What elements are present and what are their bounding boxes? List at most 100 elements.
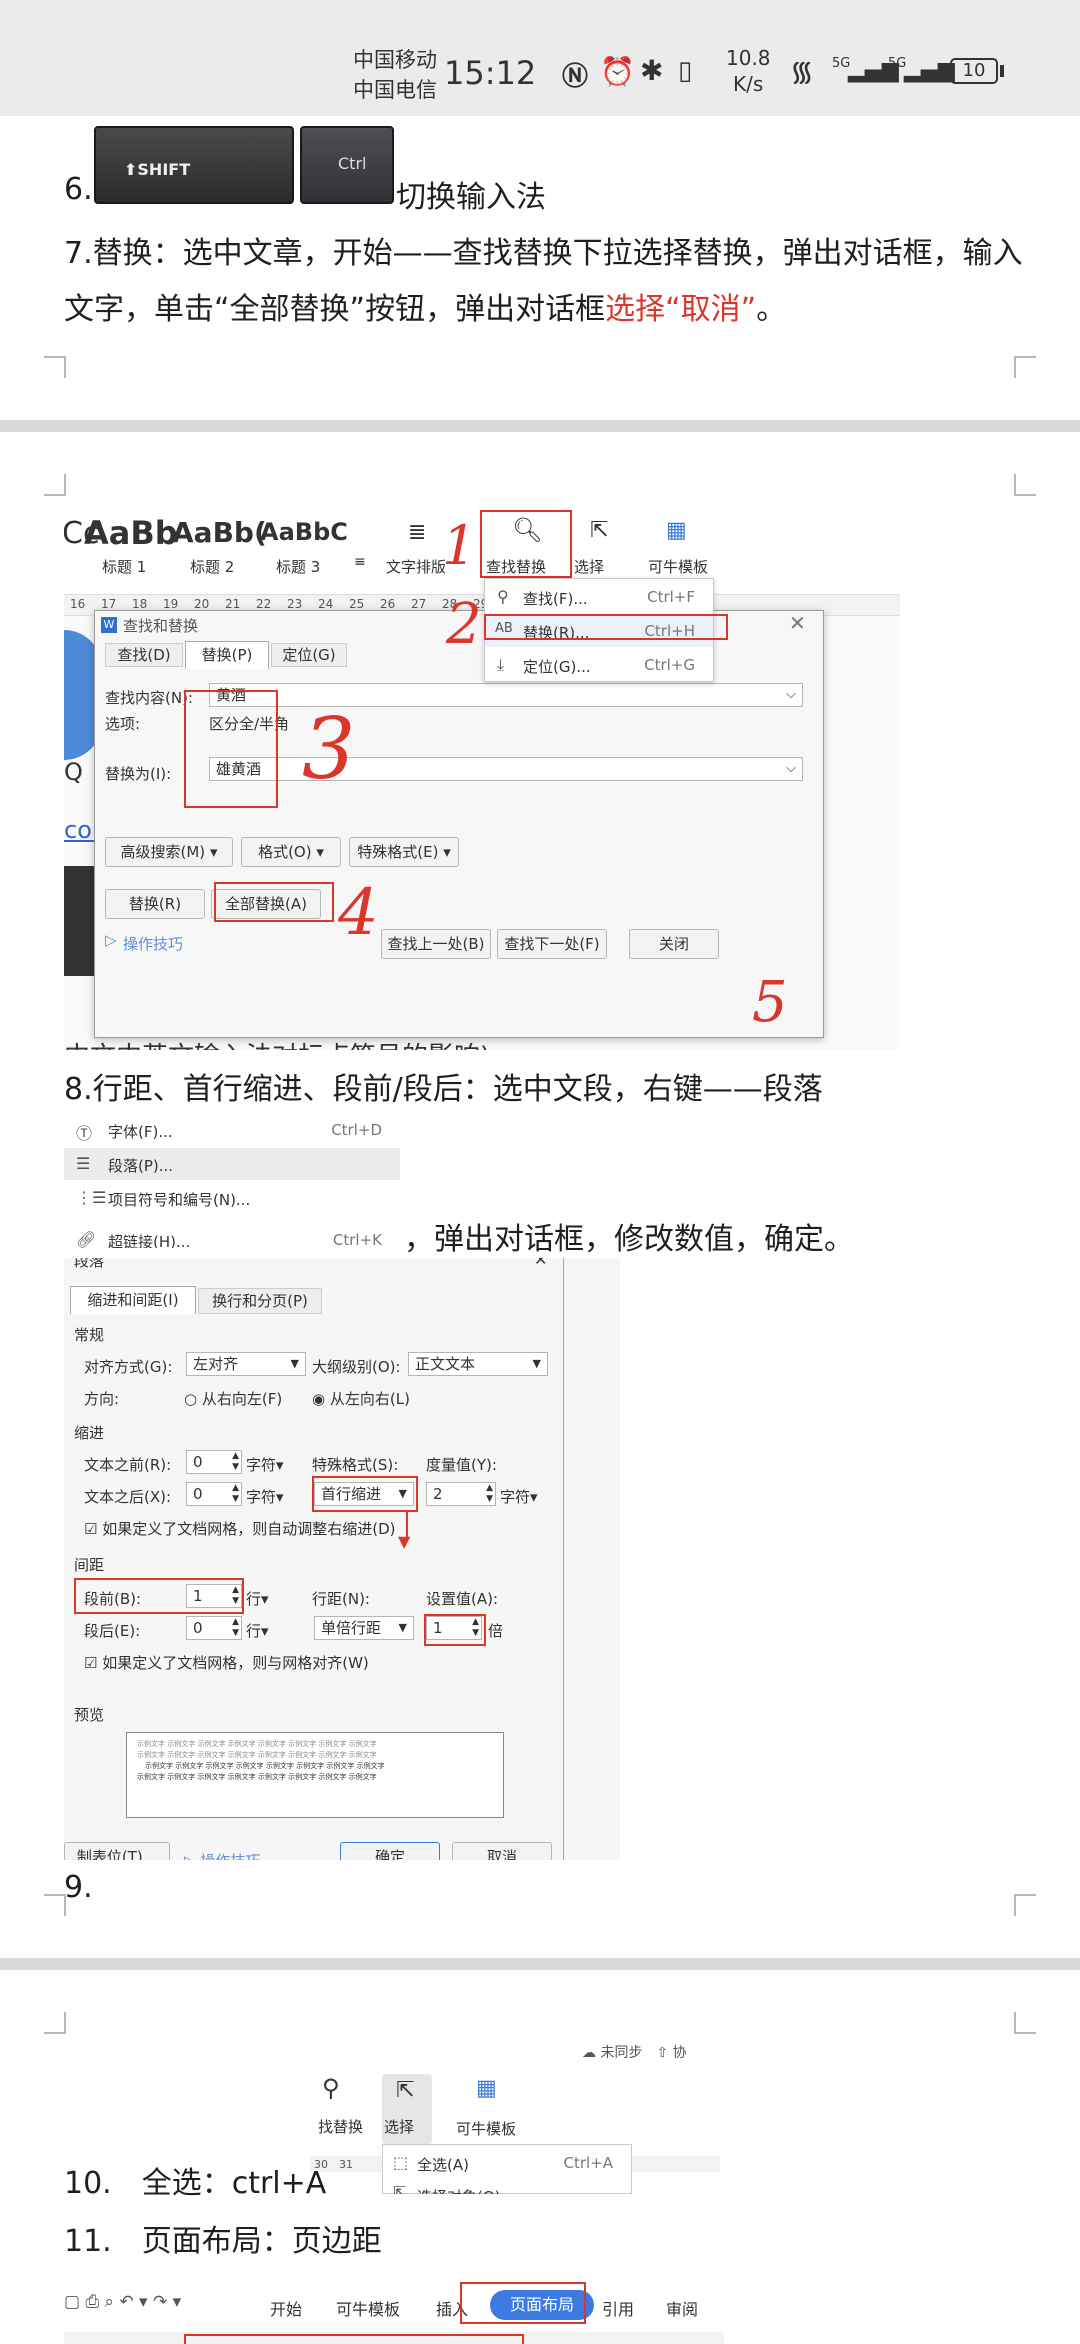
find-replace-button[interactable]: 找替换 xyxy=(318,2116,363,2137)
signal-2-icon: ▂▄▆ xyxy=(904,58,955,83)
list-icon: ⋮☰ xyxy=(76,1188,107,1207)
para-close-icon[interactable]: ✕ xyxy=(534,1258,547,1269)
shift-key-label: ⬆SHIFT xyxy=(124,160,191,179)
special-format-button[interactable]: 特殊格式(E) ▾ xyxy=(349,837,459,867)
menu-select-object[interactable]: ⇱ 选择对象(O) xyxy=(383,2179,631,2194)
find-replace-dialog: W 查找和替换 ✕ 查找(D) 替换(P) 定位(G) 查找内容(N): 黄酒 ⌵… xyxy=(94,610,824,1038)
stepper-icon[interactable]: ▲ ▼ xyxy=(232,1483,239,1505)
select-all-icon: ⬚ xyxy=(393,2153,409,2172)
toolbar-quick-icons[interactable]: ▢ ⎙ ⌕ ↶ ▾ ↷ ▾ xyxy=(64,2292,181,2312)
radio-ltr[interactable]: ◉ 从左向右(L) xyxy=(312,1388,410,1409)
after-text-value: 0 xyxy=(193,1485,203,1503)
ruler-tick: 26 xyxy=(380,597,396,611)
outline-select[interactable]: 正文文本 ▼ xyxy=(408,1352,548,1376)
tips-link[interactable]: 操作技巧 xyxy=(123,933,183,954)
tab-find[interactable]: 查找(D) xyxy=(105,643,183,667)
linesp-select[interactable]: 单倍行距 ▼ xyxy=(314,1616,414,1640)
tab-stops-button[interactable]: 制表位(T)... xyxy=(64,1842,170,1860)
stepper-icon[interactable]: ▲ ▼ xyxy=(232,1451,239,1473)
replace-label: 替换为(I): xyxy=(105,765,172,783)
page-separator xyxy=(0,1958,1080,1970)
after-value: 0 xyxy=(193,1619,203,1637)
align-value: 左对齐 xyxy=(193,1355,239,1373)
ok-button[interactable]: 确定 xyxy=(340,1842,440,1860)
select-button[interactable]: 选择 xyxy=(574,556,604,577)
highlight-layout-tab xyxy=(460,2282,586,2324)
after-input[interactable]: 0 ▲ ▼ xyxy=(186,1616,242,1640)
outline-value: 正文文本 xyxy=(415,1355,476,1373)
tab-start[interactable]: 开始 xyxy=(270,2296,302,2320)
para-tips-label: 操作技巧 xyxy=(200,1852,260,1860)
search-icon: ⚲ xyxy=(497,587,509,606)
page-corner xyxy=(44,474,66,496)
template-icon: ▦ xyxy=(666,518,687,543)
direction-label: 方向: xyxy=(84,1390,120,1408)
para-tab-breaks[interactable]: 换行和分页(P) xyxy=(198,1288,322,1314)
snap-grid-label: 如果定义了文档网格，则与网格对齐(W) xyxy=(102,1654,369,1672)
find-next-button[interactable]: 查找下一处(F) xyxy=(497,929,607,959)
clock: 15:12 xyxy=(444,54,537,92)
style-heading3-sample[interactable]: AaBbC xyxy=(260,518,348,546)
net-speed-value: 10.8 xyxy=(726,46,771,70)
highlight-before-spacing xyxy=(74,1578,244,1614)
align-select[interactable]: 左对齐 ▼ xyxy=(186,1352,306,1376)
snap-grid-checkbox[interactable]: ☑ 如果定义了文档网格，则与网格对齐(W) xyxy=(84,1652,369,1673)
after-text-input[interactable]: 0 ▲ ▼ xyxy=(186,1482,242,1506)
ctx-paragraph[interactable]: ☰ 段落(P)... xyxy=(64,1148,400,1180)
sec-general: 常规 xyxy=(74,1326,105,1344)
stepper-icon[interactable]: ▲ ▼ xyxy=(232,1617,239,1639)
line-8: 8.行距、首行缩进、段前/段后：选中文段，右键——段落 xyxy=(64,1072,823,1107)
menu-select-all[interactable]: ⬚ 全选(A) Ctrl+A xyxy=(383,2147,631,2179)
find-prev-button[interactable]: 查找上一处(B) xyxy=(381,929,491,959)
tab-goto[interactable]: 定位(G) xyxy=(271,643,347,667)
chevron-down-icon[interactable]: ⌵ xyxy=(786,684,796,706)
advanced-search-button[interactable]: 高级搜索(M) ▾ xyxy=(105,837,233,867)
before-text-input[interactable]: 0 ▲ ▼ xyxy=(186,1450,242,1474)
template-button[interactable]: 可牛模板 xyxy=(456,2118,516,2139)
special-label: 特殊格式(S): xyxy=(312,1456,399,1474)
format-button[interactable]: 格式(O) ▾ xyxy=(241,837,341,867)
select-dropdown: ⬚ 全选(A) Ctrl+A ⇱ 选择对象(O) xyxy=(382,2144,632,2194)
stepper-icon[interactable]: ▲ ▼ xyxy=(486,1483,493,1505)
style-heading1-sample[interactable]: AaBb xyxy=(84,514,178,552)
style-heading2-sample[interactable]: AaBb( xyxy=(172,516,267,549)
chevron-down-icon[interactable]: ⌵ xyxy=(786,758,796,780)
para-tab-indent[interactable]: 缩进和间距(I) xyxy=(70,1286,196,1314)
format-label: 格式(O) xyxy=(258,843,312,861)
template-button[interactable]: 可牛模板 xyxy=(648,556,708,577)
cancel-button[interactable]: 取消 xyxy=(452,1842,552,1860)
para-tips-link[interactable]: ▷ 操作技巧 xyxy=(184,1850,260,1860)
gallery-more-icon[interactable]: ≡ xyxy=(354,554,366,570)
ctx-hyperlink[interactable]: 🔗︎ 超链接(H)... Ctrl+K xyxy=(64,1224,400,1248)
dialog-close-icon[interactable]: ✕ xyxy=(789,611,806,635)
close-button[interactable]: 关闭 xyxy=(629,929,719,959)
goto-icon: ⤓ xyxy=(497,655,505,674)
replace-input[interactable]: 雄黄酒 ⌵ xyxy=(209,757,803,781)
ruler-tick: 18 xyxy=(132,597,148,611)
radio-rtl[interactable]: ○ 从右向左(F) xyxy=(184,1388,282,1409)
setval-label: 设置值(A): xyxy=(426,1590,499,1608)
tab-references[interactable]: 引用 xyxy=(602,2296,634,2320)
ctx-font[interactable]: Ⓣ 字体(F)... Ctrl+D xyxy=(64,1114,400,1146)
font-icon: Ⓣ xyxy=(76,1124,93,1143)
tab-replace[interactable]: 替换(P) xyxy=(185,641,269,669)
preview-box: 示例文字 示例文字 示例文字 示例文字 示例文字 示例文字 示例文字 示例文字 … xyxy=(126,1732,504,1818)
menu-goto[interactable]: ⤓ 定位(G)... Ctrl+G xyxy=(485,649,713,681)
annotation-3: 3 xyxy=(302,700,356,798)
vibrate-icon: ▯ xyxy=(678,56,693,86)
tab-template[interactable]: 可牛模板 xyxy=(336,2296,400,2320)
auto-indent-checkbox[interactable]: ☑ 如果定义了文档网格，则自动调整右缩进(D) xyxy=(84,1518,395,1539)
measure-input[interactable]: 2 ▲ ▼ xyxy=(426,1482,496,1506)
tab-review[interactable]: 审阅 xyxy=(666,2296,698,2320)
select-all-key: Ctrl+A xyxy=(563,2154,613,2172)
select-button[interactable]: 选择 xyxy=(384,2116,414,2137)
menu-find[interactable]: ⚲ 查找(F)... Ctrl+F xyxy=(485,581,713,613)
replace-button[interactable]: 替换(R) xyxy=(105,889,205,919)
line-10: 10. 全选：ctrl+A xyxy=(64,2166,327,2201)
ctx-bullets[interactable]: ⋮☰ 项目符号和编号(N)... xyxy=(64,1182,400,1214)
text-sort-button[interactable]: 文字排版 xyxy=(386,556,446,577)
ctx-bullets-label: 项目符号和编号(N)... xyxy=(108,1191,251,1209)
link-icon: 🔗︎ xyxy=(76,1230,97,1248)
radio-rtl-label: 从右向左(F) xyxy=(201,1390,283,1408)
find-input[interactable]: 黄酒 ⌵ xyxy=(209,683,803,707)
